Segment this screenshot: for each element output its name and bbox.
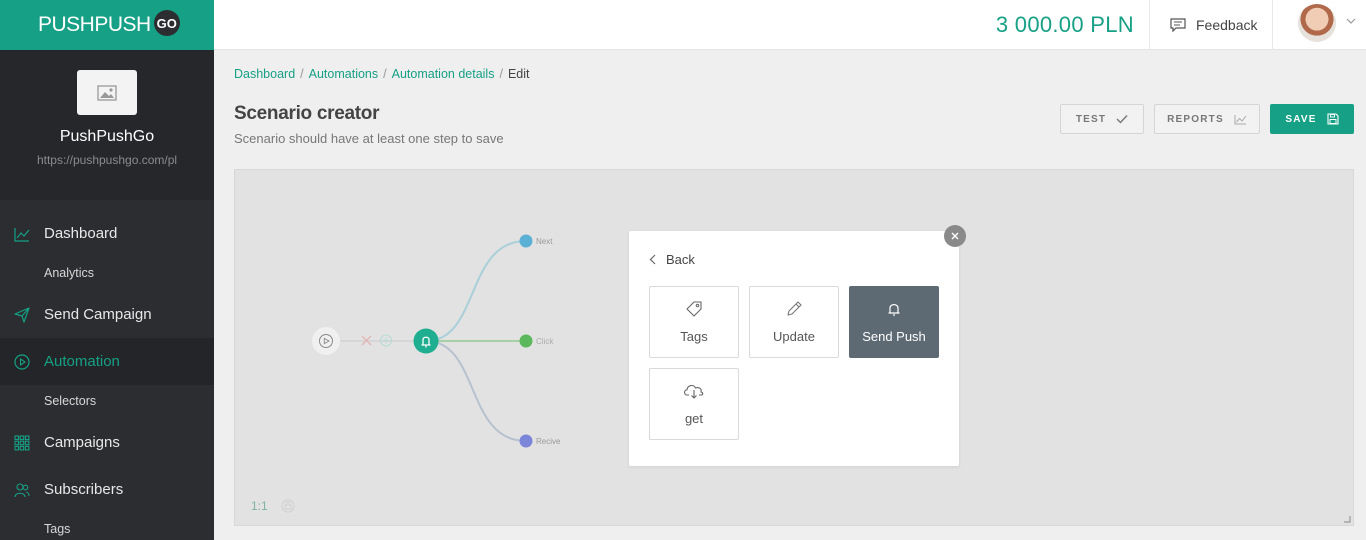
sidebar-item-campaigns[interactable]: Campaigns xyxy=(0,419,214,466)
sidebar-item-analytics[interactable]: Analytics xyxy=(0,257,214,289)
grid-icon xyxy=(14,434,30,450)
sidebar-item-label: Subscribers xyxy=(44,481,124,498)
breadcrumb-automations[interactable]: Automations xyxy=(309,67,378,81)
breadcrumb-separator: / xyxy=(499,67,503,81)
reports-button-label: REPORTS xyxy=(1167,113,1224,125)
site-image-icon[interactable] xyxy=(77,70,137,115)
save-button[interactable]: SAVE xyxy=(1270,104,1354,134)
top-bar: 3 000.00 PLN Feedback xyxy=(214,0,1366,50)
tag-icon xyxy=(686,301,702,317)
back-label: Back xyxy=(666,252,695,267)
back-button[interactable]: Back xyxy=(649,252,695,267)
bell-icon xyxy=(888,304,900,317)
sidebar-item-label: Dashboard xyxy=(44,225,118,242)
feedback-label: Feedback xyxy=(1196,17,1258,33)
sidebar-item-label: Campaigns xyxy=(44,434,120,451)
close-icon xyxy=(951,232,959,240)
chevron-left-icon xyxy=(649,254,656,265)
option-label: Send Push xyxy=(862,329,926,344)
save-button-label: SAVE xyxy=(1285,113,1317,125)
close-modal-button[interactable] xyxy=(944,225,966,247)
sidebar-item-tags[interactable]: Tags xyxy=(0,513,214,540)
pencil-icon xyxy=(787,301,802,316)
breadcrumb-dashboard[interactable]: Dashboard xyxy=(234,67,295,81)
site-name: PushPushGo xyxy=(59,128,155,145)
account-balance: 3 000.00 PLN xyxy=(995,12,1134,37)
avatar[interactable] xyxy=(1298,4,1336,42)
logo-text: PUSHPUSH xyxy=(38,13,151,36)
option-tags[interactable]: Tags xyxy=(649,286,739,358)
play-circle-icon xyxy=(14,353,30,370)
reports-button[interactable]: REPORTS xyxy=(1154,104,1260,134)
test-button[interactable]: TEST xyxy=(1060,104,1144,134)
chevron-down-icon[interactable] xyxy=(1346,18,1356,24)
sidebar: PUSHPUSH GO PushPushGo https://pushpushg… xyxy=(0,0,214,540)
start-node[interactable] xyxy=(312,327,340,355)
option-update[interactable]: Update xyxy=(749,286,839,358)
chart-line-icon xyxy=(1234,114,1247,124)
branch-label-next: Next xyxy=(536,237,553,246)
paper-plane-icon xyxy=(14,306,30,323)
breadcrumb-current: Edit xyxy=(507,67,530,81)
resize-handle-icon[interactable] xyxy=(1343,515,1351,523)
connector-next xyxy=(425,240,527,342)
sidebar-item-automation[interactable]: Automation xyxy=(0,338,214,385)
breadcrumb-separator: / xyxy=(383,67,387,81)
test-button-label: TEST xyxy=(1075,113,1107,125)
site-card: PushPushGo https://pushpushgo.com/pl xyxy=(0,50,214,200)
branch-node-recive[interactable] xyxy=(519,434,533,448)
lock-icon[interactable] xyxy=(281,499,295,513)
check-icon xyxy=(1116,115,1128,124)
breadcrumb: Dashboard / Automations / Automation details… xyxy=(234,67,529,81)
option-label: Tags xyxy=(680,329,708,344)
sidebar-item-selectors[interactable]: Selectors xyxy=(0,385,214,417)
sidebar-item-dashboard[interactable]: Dashboard xyxy=(0,210,214,257)
logo-badge: GO xyxy=(153,10,180,36)
connector-recive xyxy=(425,340,527,442)
comment-icon xyxy=(1170,18,1186,32)
branch-label-recive: Recive xyxy=(536,437,561,446)
feedback-button[interactable]: Feedback xyxy=(1149,0,1273,50)
breadcrumb-separator: / xyxy=(300,67,304,81)
sidebar-item-label: Automation xyxy=(44,353,120,370)
option-label: Update xyxy=(773,329,815,344)
page-title: Scenario creator xyxy=(234,103,380,124)
option-send-push[interactable]: Send Push xyxy=(849,286,939,358)
logo[interactable]: PUSHPUSH GO xyxy=(0,0,214,50)
floppy-disk-icon xyxy=(1327,113,1339,125)
sidebar-item-label: Selectors xyxy=(44,394,97,408)
sidebar-item-label: Tags xyxy=(44,522,71,536)
page-subtitle: Scenario should have at least one step t… xyxy=(234,131,504,146)
sidebar-item-subscribers[interactable]: Subscribers xyxy=(0,466,214,513)
users-icon xyxy=(14,482,30,497)
breadcrumb-automation-details[interactable]: Automation details xyxy=(392,67,495,81)
branch-label-click: Click xyxy=(536,337,554,346)
chart-line-icon xyxy=(14,227,30,242)
send-push-node[interactable] xyxy=(413,328,439,354)
zoom-level[interactable]: 1:1 xyxy=(251,499,268,513)
option-get[interactable]: get xyxy=(649,368,739,440)
site-url: https://pushpushgo.com/pl xyxy=(36,153,178,167)
branch-node-click[interactable] xyxy=(519,334,533,348)
sidebar-item-label: Send Campaign xyxy=(44,306,152,323)
step-picker-modal: Back Tags Update Send Push get xyxy=(629,231,959,466)
sidebar-item-label: Analytics xyxy=(44,266,95,280)
sidebar-item-send-campaign[interactable]: Send Campaign xyxy=(0,291,214,338)
branch-node-next[interactable] xyxy=(519,234,533,248)
option-label: get xyxy=(684,411,704,426)
cloud-download-icon xyxy=(684,384,704,399)
